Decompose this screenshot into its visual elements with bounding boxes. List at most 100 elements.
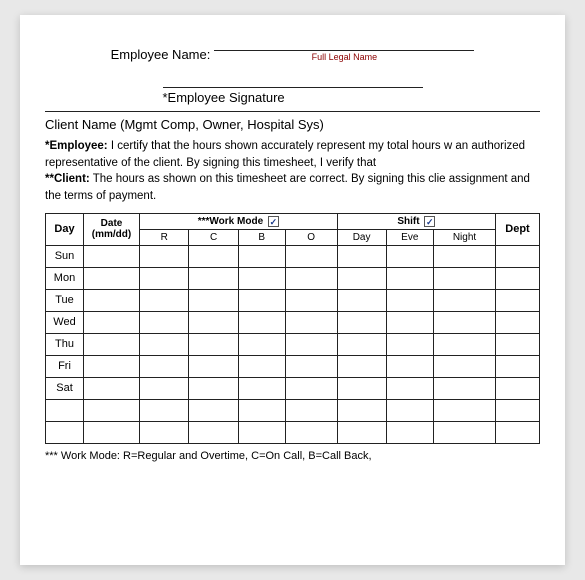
dept-cell[interactable] — [496, 311, 540, 333]
wm-c-cell[interactable] — [189, 311, 238, 333]
dept-cell[interactable] — [496, 399, 540, 421]
wm-c-cell[interactable] — [189, 377, 238, 399]
client-name-row: Client Name (Mgmt Comp, Owner, Hospital … — [45, 111, 540, 132]
wm-b-cell[interactable] — [238, 267, 285, 289]
wm-b-cell[interactable] — [238, 399, 285, 421]
date-cell[interactable] — [84, 267, 140, 289]
table-row — [46, 399, 540, 421]
shift-eve-cell[interactable] — [386, 311, 434, 333]
work-mode-checkbox[interactable]: ✓ — [268, 216, 279, 227]
signature-line[interactable] — [163, 72, 423, 88]
shift-eve-cell[interactable] — [386, 289, 434, 311]
shift-day-cell[interactable] — [337, 267, 386, 289]
dept-cell[interactable] — [496, 377, 540, 399]
date-cell[interactable] — [84, 311, 140, 333]
wm-r-cell[interactable] — [140, 267, 189, 289]
col-header-day: Day — [46, 213, 84, 245]
dept-cell[interactable] — [496, 421, 540, 443]
table-row: Tue — [46, 289, 540, 311]
wm-o-cell[interactable] — [285, 289, 337, 311]
shift-day-cell[interactable] — [337, 399, 386, 421]
wm-b-cell[interactable] — [238, 421, 285, 443]
wm-r-cell[interactable] — [140, 377, 189, 399]
shift-day-cell[interactable] — [337, 421, 386, 443]
wm-r-cell[interactable] — [140, 355, 189, 377]
wm-o-cell[interactable] — [285, 245, 337, 267]
day-cell: Tue — [46, 289, 84, 311]
shift-night-cell[interactable] — [434, 399, 496, 421]
shift-day-cell[interactable] — [337, 311, 386, 333]
full-legal-name-hint: Full Legal Name — [312, 52, 378, 62]
wm-c-cell[interactable] — [189, 399, 238, 421]
wm-b-cell[interactable] — [238, 377, 285, 399]
wm-o-cell[interactable] — [285, 267, 337, 289]
wm-b-cell[interactable] — [238, 245, 285, 267]
date-cell[interactable] — [84, 399, 140, 421]
wm-r-cell[interactable] — [140, 245, 189, 267]
wm-r-cell[interactable] — [140, 421, 189, 443]
wm-c-cell[interactable] — [189, 333, 238, 355]
shift-eve-cell[interactable] — [386, 399, 434, 421]
day-cell: Thu — [46, 333, 84, 355]
date-cell[interactable] — [84, 245, 140, 267]
dept-cell[interactable] — [496, 267, 540, 289]
shift-night-cell[interactable] — [434, 311, 496, 333]
date-cell[interactable] — [84, 377, 140, 399]
shift-eve-cell[interactable] — [386, 333, 434, 355]
date-cell[interactable] — [84, 333, 140, 355]
dept-cell[interactable] — [496, 333, 540, 355]
shift-day-cell[interactable] — [337, 355, 386, 377]
wm-o-cell[interactable] — [285, 333, 337, 355]
wm-o-cell[interactable] — [285, 377, 337, 399]
col-header-dept: Dept — [496, 213, 540, 245]
shift-night-cell[interactable] — [434, 355, 496, 377]
date-cell[interactable] — [84, 289, 140, 311]
date-cell[interactable] — [84, 355, 140, 377]
dept-cell[interactable] — [496, 355, 540, 377]
wm-b-cell[interactable] — [238, 333, 285, 355]
day-cell: Sat — [46, 377, 84, 399]
shift-night-cell[interactable] — [434, 421, 496, 443]
wm-b-cell[interactable] — [238, 311, 285, 333]
shift-night-cell[interactable] — [434, 289, 496, 311]
wm-c-cell[interactable] — [189, 289, 238, 311]
shift-day-cell[interactable] — [337, 333, 386, 355]
shift-eve-cell[interactable] — [386, 267, 434, 289]
shift-day-cell[interactable] — [337, 289, 386, 311]
wm-o-cell[interactable] — [285, 421, 337, 443]
employee-certify: I certify that the hours shown accuratel… — [45, 140, 525, 169]
shift-night-cell[interactable] — [434, 377, 496, 399]
dept-cell[interactable] — [496, 289, 540, 311]
sub-header-r: R — [140, 229, 189, 245]
shift-eve-cell[interactable] — [386, 421, 434, 443]
wm-r-cell[interactable] — [140, 333, 189, 355]
day-cell: Sun — [46, 245, 84, 267]
shift-eve-cell[interactable] — [386, 245, 434, 267]
wm-o-cell[interactable] — [285, 355, 337, 377]
shift-day-cell[interactable] — [337, 377, 386, 399]
shift-eve-cell[interactable] — [386, 355, 434, 377]
wm-o-cell[interactable] — [285, 399, 337, 421]
wm-c-cell[interactable] — [189, 355, 238, 377]
dept-cell[interactable] — [496, 245, 540, 267]
wm-r-cell[interactable] — [140, 289, 189, 311]
wm-b-cell[interactable] — [238, 289, 285, 311]
wm-c-cell[interactable] — [189, 245, 238, 267]
shift-checkbox[interactable]: ✓ — [424, 216, 435, 227]
name-underline[interactable] — [214, 35, 474, 51]
footer-note-text: *** Work Mode: R=Regular and Overtime, C… — [45, 450, 372, 462]
wm-c-cell[interactable] — [189, 267, 238, 289]
wm-b-cell[interactable] — [238, 355, 285, 377]
employee-name-label: Employee Name: — [111, 47, 211, 62]
wm-r-cell[interactable] — [140, 399, 189, 421]
shift-night-cell[interactable] — [434, 267, 496, 289]
wm-r-cell[interactable] — [140, 311, 189, 333]
shift-day-cell[interactable] — [337, 245, 386, 267]
sub-header-eve: Eve — [386, 229, 434, 245]
shift-night-cell[interactable] — [434, 333, 496, 355]
shift-eve-cell[interactable] — [386, 377, 434, 399]
wm-o-cell[interactable] — [285, 311, 337, 333]
wm-c-cell[interactable] — [189, 421, 238, 443]
date-cell[interactable] — [84, 421, 140, 443]
shift-night-cell[interactable] — [434, 245, 496, 267]
